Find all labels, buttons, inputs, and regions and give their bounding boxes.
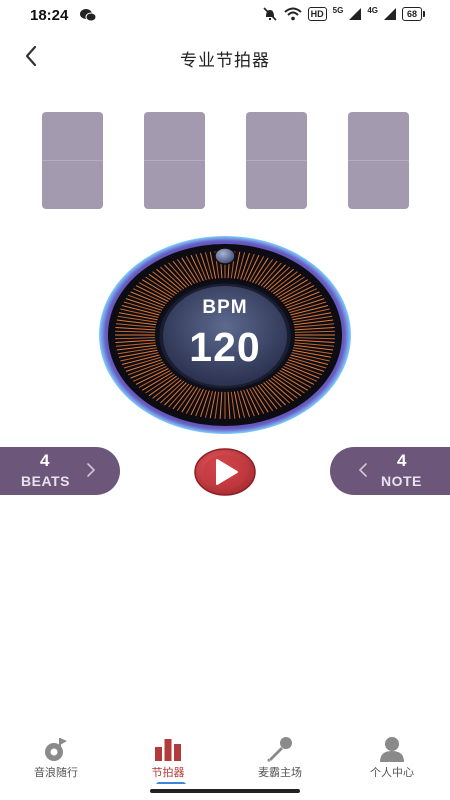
bpm-label: BPM bbox=[202, 297, 248, 318]
signal-label-5g: 5G bbox=[332, 6, 344, 15]
note-control[interactable]: 4 NOTE bbox=[330, 447, 450, 495]
status-icons: HD 5G 4G 68 bbox=[262, 6, 426, 21]
wifi-icon bbox=[283, 7, 302, 21]
dial-knob bbox=[214, 247, 236, 265]
battery-indicator: 68 bbox=[401, 7, 426, 21]
page-header: 专业节拍器 bbox=[0, 36, 450, 76]
hd-badge: HD bbox=[307, 7, 327, 21]
signal-label-4g: 4G bbox=[367, 6, 378, 15]
mute-bell-icon bbox=[263, 7, 277, 21]
wechat-icon bbox=[80, 9, 96, 22]
status-time: 18:24 bbox=[30, 7, 69, 24]
chevron-left-icon bbox=[358, 463, 367, 477]
bpm-value: 120 bbox=[189, 324, 261, 370]
music-note-icon bbox=[45, 738, 67, 761]
nav-item-music[interactable]: 音浪随行 bbox=[0, 728, 112, 784]
home-indicator[interactable] bbox=[150, 789, 300, 793]
person-icon bbox=[380, 737, 404, 762]
nav-label-profile: 个人中心 bbox=[370, 767, 414, 779]
signal-bars-icon bbox=[349, 8, 362, 20]
nav-label-music: 音浪随行 bbox=[34, 767, 78, 779]
beat-card-3[interactable] bbox=[246, 112, 307, 209]
bottom-nav: 音浪随行 节拍器 麦霸主场 个人中心 bbox=[0, 728, 450, 784]
nav-label-karaoke: 麦霸主场 bbox=[258, 767, 302, 779]
beat-card-1[interactable] bbox=[42, 112, 103, 209]
nav-item-metronome[interactable]: 节拍器 bbox=[112, 728, 224, 784]
play-button[interactable] bbox=[193, 447, 257, 497]
page-title: 专业节拍器 bbox=[180, 51, 270, 70]
nav-item-profile[interactable]: 个人中心 bbox=[336, 728, 448, 784]
beats-label: BEATS bbox=[21, 473, 70, 489]
note-label: NOTE bbox=[381, 473, 422, 489]
microphone-icon bbox=[267, 737, 292, 762]
chevron-right-icon bbox=[87, 463, 96, 477]
nav-item-karaoke[interactable]: 麦霸主场 bbox=[224, 728, 336, 784]
bars-icon bbox=[155, 739, 181, 761]
note-value: 4 bbox=[397, 451, 407, 470]
beats-control[interactable]: 4 BEATS bbox=[0, 447, 120, 495]
status-bar: 18:24 HD 5G 4G 68 bbox=[0, 0, 450, 32]
beat-card-2[interactable] bbox=[144, 112, 205, 209]
nav-label-metronome: 节拍器 bbox=[151, 767, 185, 779]
beats-value: 4 bbox=[40, 451, 50, 470]
signal-bars-icon bbox=[383, 8, 396, 20]
beat-card-4[interactable] bbox=[348, 112, 409, 209]
